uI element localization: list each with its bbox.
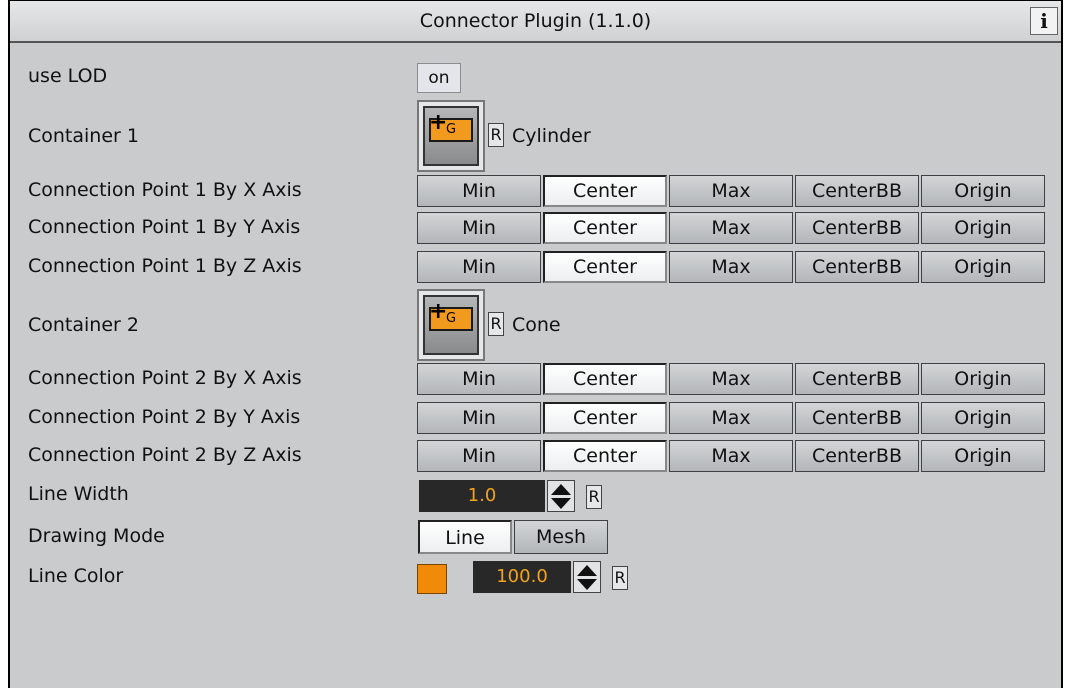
use-lod-toggle[interactable]: on	[417, 63, 461, 93]
use-lod-label: use LOD	[28, 65, 108, 87]
line-color-spinner[interactable]	[573, 561, 601, 593]
cp2-y-center-button[interactable]: Center	[543, 402, 667, 434]
drawing-mode-label: Drawing Mode	[28, 525, 165, 547]
line-color-alpha-field[interactable]: 100.0	[473, 561, 571, 593]
cp1-y-label: Connection Point 1 By Y Axis	[28, 216, 301, 238]
container1-dropzone[interactable]: + G	[417, 100, 485, 172]
container2-dropzone[interactable]: + G	[417, 289, 485, 361]
container1-icon-letter: G	[445, 122, 457, 137]
cp2-x-selector: Min Center Max CenterBB Origin	[417, 363, 1047, 395]
cp2-z-origin-button[interactable]: Origin	[921, 440, 1045, 472]
info-button[interactable]: i	[1030, 7, 1058, 35]
line-width-field[interactable]: 1.0	[419, 480, 545, 512]
cp1-y-centerbb-button[interactable]: CenterBB	[795, 212, 919, 244]
cp1-x-centerbb-button[interactable]: CenterBB	[795, 175, 919, 207]
container2-icon-letter: G	[445, 311, 457, 326]
group-container-icon: + G	[429, 112, 473, 142]
plus-icon: +	[429, 299, 448, 324]
cp2-x-origin-button[interactable]: Origin	[921, 363, 1045, 395]
container1-name: Cylinder	[512, 125, 591, 147]
cp2-y-min-button[interactable]: Min	[417, 402, 541, 434]
cp2-z-label: Connection Point 2 By Z Axis	[28, 444, 302, 466]
cp1-x-origin-button[interactable]: Origin	[921, 175, 1045, 207]
line-width-spinner[interactable]	[547, 480, 575, 512]
cp1-x-label: Connection Point 1 By X Axis	[28, 179, 302, 201]
cp2-x-center-button[interactable]: Center	[543, 363, 667, 395]
spin-down-icon[interactable]	[577, 579, 597, 590]
line-color-swatch[interactable]	[417, 564, 447, 594]
cp1-y-origin-button[interactable]: Origin	[921, 212, 1045, 244]
cp2-y-selector: Min Center Max CenterBB Origin	[417, 402, 1047, 434]
cp2-z-centerbb-button[interactable]: CenterBB	[795, 440, 919, 472]
cp2-x-centerbb-button[interactable]: CenterBB	[795, 363, 919, 395]
line-width-label: Line Width	[28, 483, 129, 505]
container1-label: Container 1	[28, 125, 139, 147]
line-color-reset-button[interactable]: R	[612, 566, 628, 590]
container1-well: + G	[423, 106, 479, 166]
cp2-z-center-button[interactable]: Center	[543, 440, 667, 472]
cp2-z-selector: Min Center Max CenterBB Origin	[417, 440, 1047, 472]
drawing-mode-line-button[interactable]: Line	[418, 520, 512, 554]
cp2-x-min-button[interactable]: Min	[417, 363, 541, 395]
cp2-x-label: Connection Point 2 By X Axis	[28, 367, 302, 389]
container2-well: + G	[423, 295, 479, 355]
cp1-z-centerbb-button[interactable]: CenterBB	[795, 251, 919, 283]
panel-title: Connector Plugin (1.1.0)	[419, 10, 652, 32]
cp1-z-max-button[interactable]: Max	[669, 251, 793, 283]
cp2-y-max-button[interactable]: Max	[669, 402, 793, 434]
cp1-z-min-button[interactable]: Min	[417, 251, 541, 283]
line-color-label: Line Color	[28, 565, 124, 587]
container2-label: Container 2	[28, 314, 139, 336]
cp2-y-label: Connection Point 2 By Y Axis	[28, 406, 301, 428]
cp2-y-origin-button[interactable]: Origin	[921, 402, 1045, 434]
cp1-x-max-button[interactable]: Max	[669, 175, 793, 207]
container1-reset-button[interactable]: R	[488, 123, 504, 147]
cp2-z-max-button[interactable]: Max	[669, 440, 793, 472]
connector-plugin-panel: Connector Plugin (1.1.0) i use LOD on Co…	[8, 0, 1063, 688]
plus-icon: +	[429, 110, 448, 135]
group-container-icon: + G	[429, 301, 473, 331]
cp1-z-center-button[interactable]: Center	[543, 251, 667, 283]
spin-down-icon[interactable]	[551, 498, 571, 509]
spin-up-icon[interactable]	[577, 565, 597, 576]
cp1-z-origin-button[interactable]: Origin	[921, 251, 1045, 283]
cp1-z-label: Connection Point 1 By Z Axis	[28, 255, 302, 277]
cp2-x-max-button[interactable]: Max	[669, 363, 793, 395]
cp1-x-selector: Min Center Max CenterBB Origin	[417, 175, 1047, 207]
panel-title-bar: Connector Plugin (1.1.0) i	[10, 1, 1061, 43]
cp1-y-center-button[interactable]: Center	[543, 212, 667, 244]
container2-reset-button[interactable]: R	[488, 312, 504, 336]
container2-name: Cone	[512, 314, 561, 336]
cp1-x-center-button[interactable]: Center	[543, 175, 667, 207]
cp2-z-min-button[interactable]: Min	[417, 440, 541, 472]
line-width-reset-button[interactable]: R	[586, 485, 602, 509]
cp1-y-min-button[interactable]: Min	[417, 212, 541, 244]
cp1-z-selector: Min Center Max CenterBB Origin	[417, 251, 1047, 283]
cp1-y-selector: Min Center Max CenterBB Origin	[417, 212, 1047, 244]
cp2-y-centerbb-button[interactable]: CenterBB	[795, 402, 919, 434]
cp1-x-min-button[interactable]: Min	[417, 175, 541, 207]
cp1-y-max-button[interactable]: Max	[669, 212, 793, 244]
drawing-mode-mesh-button[interactable]: Mesh	[514, 520, 608, 554]
spin-up-icon[interactable]	[551, 484, 571, 495]
